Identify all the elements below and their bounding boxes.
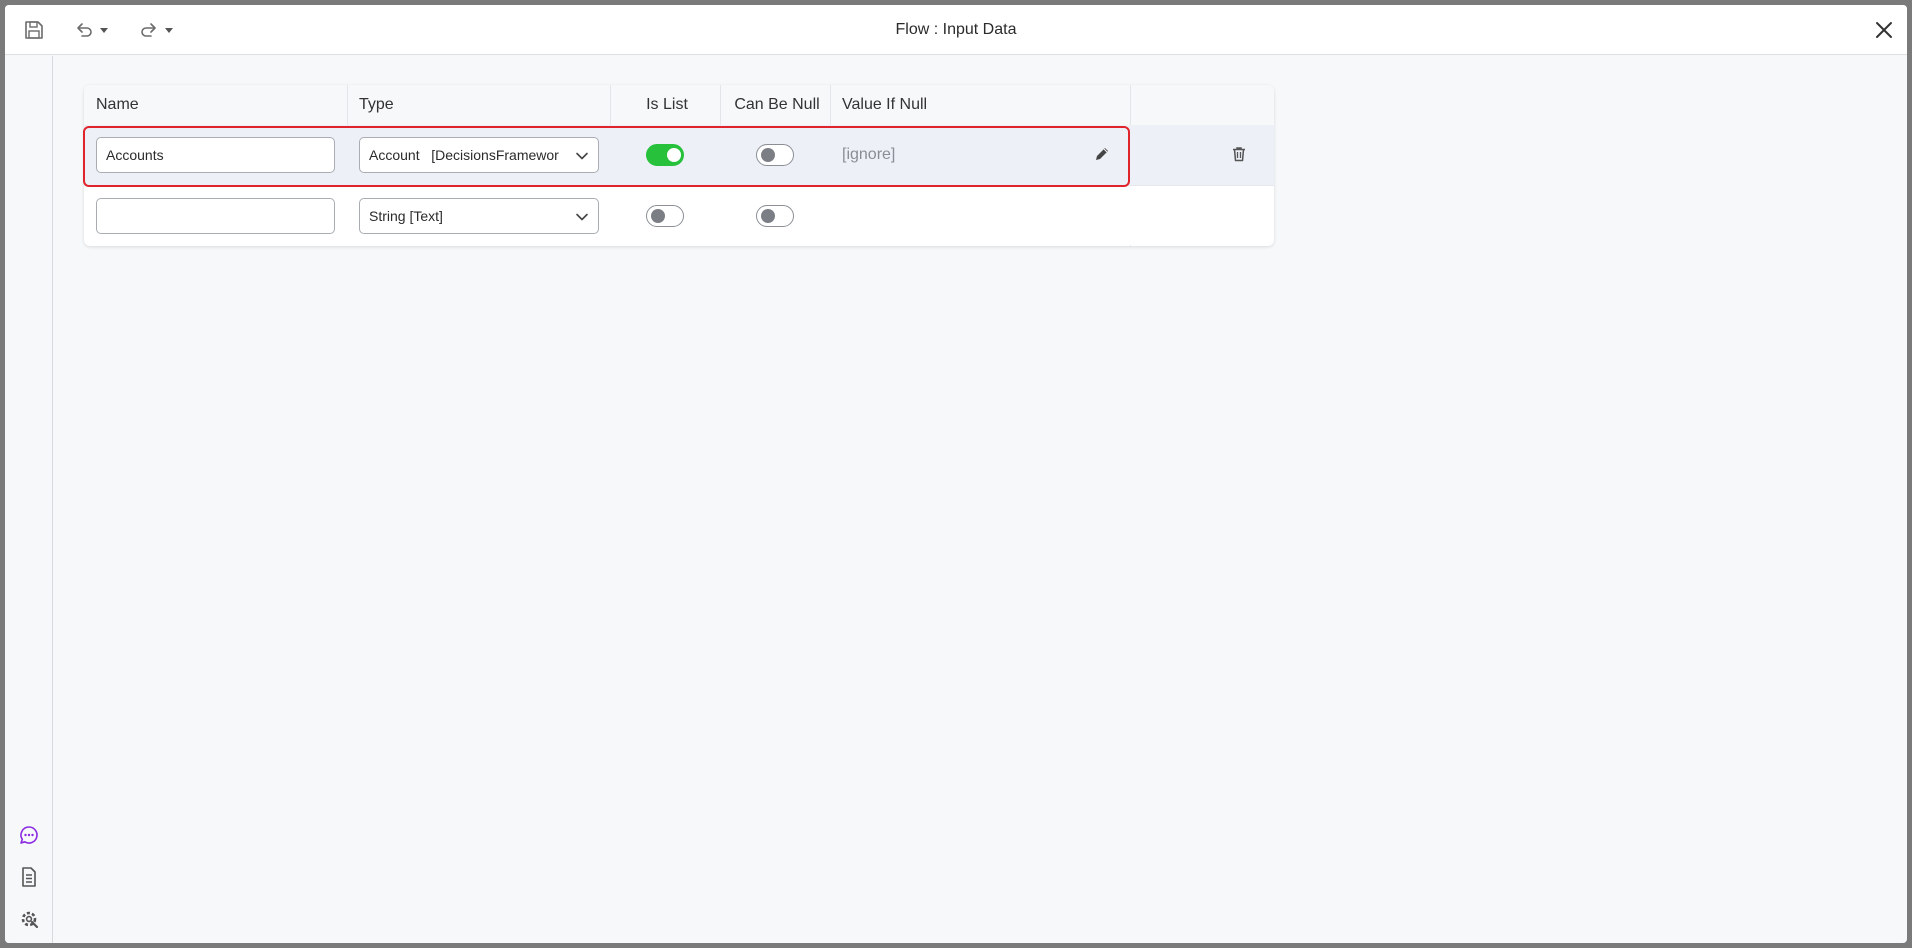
window-title: Flow : Input Data bbox=[895, 21, 1017, 38]
undo-button[interactable] bbox=[74, 17, 108, 43]
toggle-knob bbox=[651, 209, 665, 223]
name-input[interactable] bbox=[96, 198, 335, 234]
column-divider bbox=[830, 85, 831, 125]
table-row[interactable]: Accounts Account [DecisionsFramewor [ign… bbox=[84, 125, 1274, 185]
column-divider bbox=[347, 85, 348, 125]
toggle-knob bbox=[761, 148, 775, 162]
title-bar: Flow : Input Data bbox=[5, 5, 1907, 55]
column-divider bbox=[610, 85, 611, 125]
type-select[interactable]: Account [DecisionsFramewor bbox=[359, 137, 599, 173]
column-header-is-list: Is List bbox=[646, 96, 688, 113]
close-icon bbox=[1876, 22, 1892, 38]
toggle-knob bbox=[667, 148, 681, 162]
settings-icon bbox=[21, 911, 39, 929]
type-select-value: String [Text] bbox=[369, 208, 443, 224]
save-icon bbox=[25, 21, 43, 39]
type-select[interactable]: String [Text] bbox=[359, 198, 599, 234]
chevron-down-icon bbox=[576, 152, 588, 160]
edit-button[interactable] bbox=[1093, 145, 1111, 168]
chevron-down-icon bbox=[576, 213, 588, 221]
close-button[interactable] bbox=[1873, 19, 1895, 41]
input-data-window: Flow : Input Data Name Type Is List Can … bbox=[5, 5, 1907, 943]
input-data-grid: Name Type Is List Can Be Null Value If N… bbox=[83, 85, 1274, 246]
undo-dropdown-caret-icon[interactable] bbox=[100, 27, 108, 33]
document-icon bbox=[22, 867, 36, 887]
value-if-null-text: [ignore] bbox=[842, 146, 896, 163]
delete-button[interactable] bbox=[1230, 145, 1248, 168]
save-button[interactable] bbox=[23, 17, 45, 43]
chat-button[interactable] bbox=[18, 824, 40, 846]
column-header-can-be-null: Can Be Null bbox=[734, 96, 820, 113]
column-divider bbox=[720, 85, 721, 125]
pencil-icon bbox=[1096, 148, 1108, 160]
is-list-toggle[interactable] bbox=[646, 205, 684, 227]
grid-header: Name Type Is List Can Be Null Value If N… bbox=[84, 85, 1274, 125]
redo-button[interactable] bbox=[139, 17, 173, 43]
redo-dropdown-caret-icon[interactable] bbox=[165, 27, 173, 33]
chat-icon bbox=[20, 826, 38, 844]
settings-button[interactable] bbox=[18, 908, 40, 930]
redo-icon bbox=[141, 23, 156, 37]
undo-icon bbox=[77, 23, 92, 37]
name-input[interactable]: Accounts bbox=[96, 137, 335, 173]
toggle-knob bbox=[761, 209, 775, 223]
left-rail bbox=[5, 56, 53, 943]
is-list-toggle[interactable] bbox=[646, 144, 684, 166]
can-be-null-toggle[interactable] bbox=[756, 205, 794, 227]
can-be-null-toggle[interactable] bbox=[756, 144, 794, 166]
type-select-value: Account [DecisionsFramewor bbox=[369, 147, 559, 163]
column-header-name: Name bbox=[96, 96, 139, 113]
trash-icon bbox=[1233, 147, 1245, 162]
column-header-value-if-null: Value If Null bbox=[842, 96, 928, 113]
column-header-type: Type bbox=[359, 96, 394, 113]
table-row[interactable]: String [Text] bbox=[84, 185, 1274, 245]
document-button[interactable] bbox=[18, 866, 40, 888]
